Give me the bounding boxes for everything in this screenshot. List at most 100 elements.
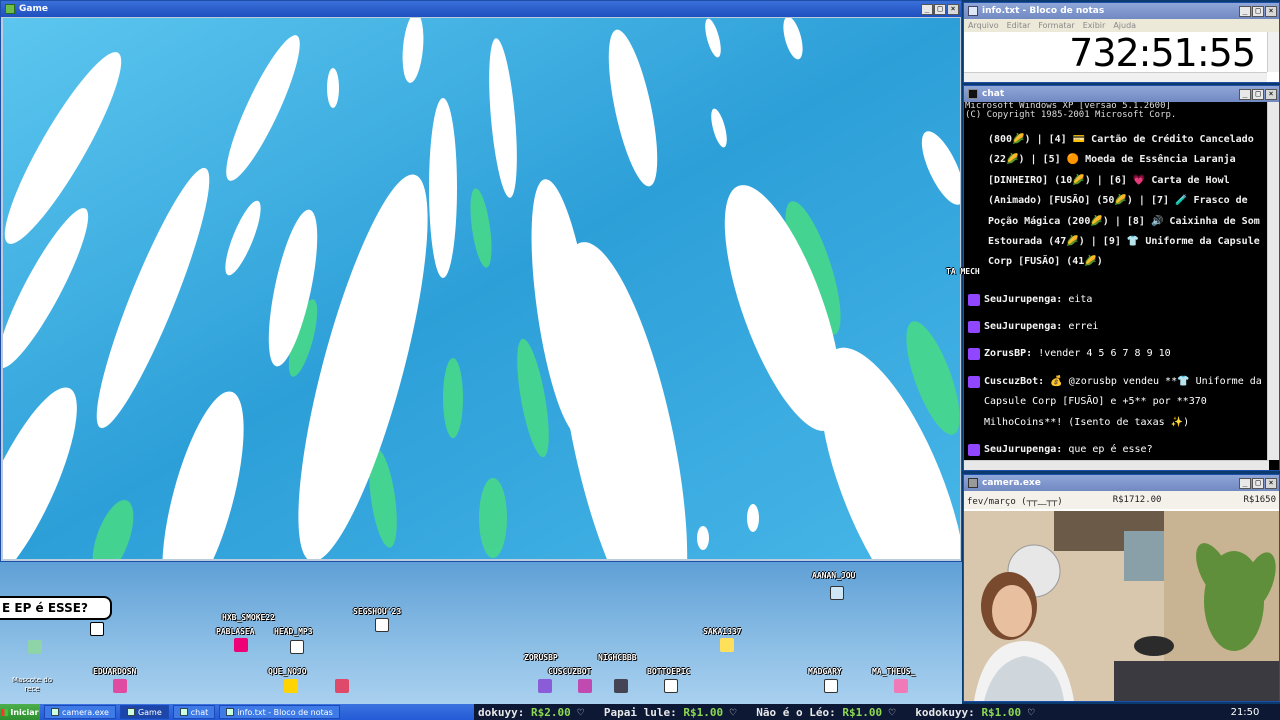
maximize-button[interactable]: □ <box>934 3 946 15</box>
ticker-amount: R$1.00 <box>842 705 883 719</box>
task-chat[interactable]: chat <box>172 705 216 719</box>
chat-horizontal-scrollbar[interactable] <box>964 460 1269 470</box>
ticker-amount: R$1.00 <box>683 705 724 719</box>
viewer-avatar <box>830 586 844 600</box>
windows-logo-icon <box>1 708 9 716</box>
viewer-avatar <box>290 640 304 654</box>
twitch-icon <box>968 444 980 456</box>
task-label: chat <box>190 707 209 717</box>
notepad-title: info.txt - Bloco de notas <box>982 6 1105 16</box>
goal-target: R$1650 <box>1243 495 1276 505</box>
viewer-name: QUE_NOJO <box>268 667 307 676</box>
minimize-button[interactable]: _ <box>1239 5 1251 17</box>
camera-icon <box>968 478 978 488</box>
viewer-avatar <box>335 679 349 693</box>
task-label: info.txt - Bloco de notas <box>237 707 333 717</box>
heart-icon: ♡ <box>888 705 896 719</box>
viewer-name: CUSCUZBOT <box>548 667 592 676</box>
viewer-avatar <box>538 679 552 693</box>
viewer-avatar <box>720 638 734 652</box>
console-task-icon <box>179 708 188 716</box>
chat-username: ZorusBP: <box>984 348 1033 359</box>
donation-goal-bar: fev/março (┬┬﹏┬┬) R$1712.00 R$1650 <box>964 491 1279 509</box>
camera-titlebar[interactable]: camera.exe _ □ × <box>964 475 1279 491</box>
menu-ajuda[interactable]: Ajuda <box>1113 21 1136 30</box>
minimize-button[interactable]: _ <box>1239 88 1251 100</box>
viewer-avatar <box>90 622 104 636</box>
ticker-donor: kodokuyy: <box>915 705 975 719</box>
maximize-button[interactable]: □ <box>1252 88 1264 100</box>
task-game[interactable]: Game <box>119 705 169 719</box>
ticker-amount: R$1.00 <box>981 705 1022 719</box>
speech-bubble: E EP é ESSE? <box>0 596 112 620</box>
maximize-button[interactable]: □ <box>1252 477 1264 489</box>
viewer-avatar <box>664 679 678 693</box>
notepad-vertical-scrollbar[interactable] <box>1267 32 1279 72</box>
menu-arquivo[interactable]: Arquivo <box>968 21 999 30</box>
chat-message: SeuJurupenga: errei <box>968 317 1268 337</box>
task-label: Game <box>137 707 162 717</box>
viewer-avatar <box>284 679 298 693</box>
notepad-text-area[interactable]: 732:51:55 <box>964 32 1267 74</box>
goal-label: fev/março (┬┬﹏┬┬) <box>967 496 1063 507</box>
chat-log: Microsoft Windows XP [versão 5.1.2600] (… <box>964 102 1269 460</box>
donation-ticker: dokuyy: R$2.00 ♡ Papai lule: R$1.00 ♡ Nã… <box>474 704 1210 720</box>
system-clock[interactable]: 21:50 <box>1210 704 1280 720</box>
chat-vertical-scrollbar[interactable] <box>1267 102 1279 460</box>
console-copyright-line: (C) Copyright 1985-2001 Microsoft Corp. <box>965 110 1177 120</box>
ticker-donor: dokuyy: <box>478 705 525 719</box>
viewer-avatar <box>113 679 127 693</box>
task-camera[interactable]: camera.exe <box>44 705 116 719</box>
heart-icon: ♡ <box>577 705 584 719</box>
game-app-icon <box>5 4 15 14</box>
maximize-button[interactable]: □ <box>1252 5 1264 17</box>
game-titlebar[interactable]: Game _ □ × <box>1 1 961 17</box>
chat-message: CuscuzBot: 💰 @zorusbp vendeu **👕 Uniform… <box>968 372 1268 433</box>
task-label: camera.exe <box>62 707 109 717</box>
viewer-name: EDUARDOSN <box>93 667 137 676</box>
notepad-task-icon <box>226 708 235 716</box>
chat-window[interactable]: chat _ □ × Microsoft Windows XP [versão … <box>963 85 1280 471</box>
notepad-window[interactable]: info.txt - Bloco de notas _ □ × Arquivo … <box>963 2 1280 83</box>
task-notepad[interactable]: info.txt - Bloco de notas <box>219 705 340 719</box>
viewer-name: BOTTOEPIC <box>647 667 691 676</box>
start-button[interactable]: Iniciar <box>0 704 40 720</box>
viewer-name: ZORUSBP <box>524 653 558 662</box>
chat-text: eita <box>1068 294 1093 305</box>
ticker-donor: Papai lule: <box>603 705 677 719</box>
viewer-name: NIGHCBBB <box>598 653 637 662</box>
viewer-name: TA MECH <box>946 267 980 276</box>
menu-editar[interactable]: Editar <box>1007 21 1031 30</box>
close-button[interactable]: × <box>1265 477 1277 489</box>
minimize-button[interactable]: _ <box>1239 477 1251 489</box>
speedline-scene <box>3 18 960 559</box>
chat-message: SeuJurupenga: que ep é esse? <box>968 440 1268 460</box>
viewer-name: AANAN_JOU <box>812 571 856 580</box>
game-viewport[interactable] <box>3 18 960 559</box>
camera-window[interactable]: camera.exe _ □ × fev/março (┬┬﹏┬┬) R$171… <box>963 474 1280 702</box>
camera-title: camera.exe <box>982 478 1041 488</box>
heart-icon: ♡ <box>1027 705 1035 719</box>
chat-titlebar[interactable]: chat _ □ × <box>964 86 1279 102</box>
close-button[interactable]: × <box>1265 88 1277 100</box>
mascot-label: Mascote do rece <box>11 676 53 693</box>
twitch-icon <box>968 348 980 360</box>
menu-exibir[interactable]: Exibir <box>1083 21 1106 30</box>
close-button[interactable]: × <box>1265 5 1277 17</box>
twitch-icon <box>968 294 980 306</box>
minimize-button[interactable]: _ <box>921 3 933 15</box>
menu-formatar[interactable]: Formatar <box>1038 21 1074 30</box>
close-button[interactable]: × <box>947 3 959 15</box>
chat-text: que ep é esse? <box>1068 444 1153 455</box>
viewer-avatar <box>578 679 592 693</box>
chat-text: errei <box>1068 321 1099 332</box>
viewer-avatar <box>234 638 248 652</box>
notepad-titlebar[interactable]: info.txt - Bloco de notas _ □ × <box>964 3 1279 19</box>
viewer-avatar <box>375 618 389 632</box>
viewer-name: SAKA1337 <box>703 627 742 636</box>
game-window[interactable]: Game _ □ × <box>0 0 962 562</box>
notepad-horizontal-scrollbar[interactable] <box>964 72 1267 82</box>
game-window-title: Game <box>19 4 48 14</box>
goal-current: R$1712.00 <box>1112 495 1162 505</box>
viewer-name: PABLASEA <box>216 627 255 636</box>
